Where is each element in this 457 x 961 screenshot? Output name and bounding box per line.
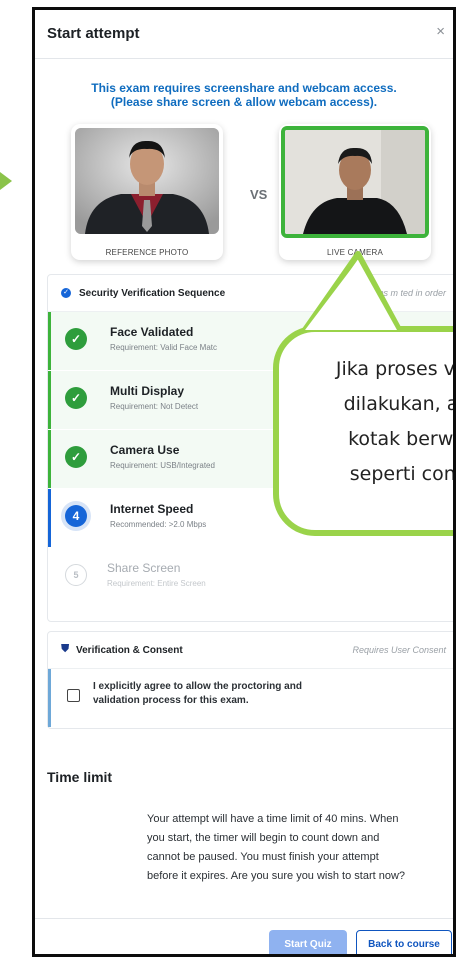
step-requirement: Requirement: Entire Screen — [107, 579, 206, 588]
time-limit-line-2: you start, the timer will begin to count… — [147, 832, 380, 844]
check-circle-icon: ✓ — [65, 328, 87, 350]
live-camera-card: LIVE CAMERA — [279, 124, 431, 260]
step-requirement: Recommended: >2.0 Mbps — [110, 520, 207, 529]
check-circle-icon: ✓ — [65, 387, 87, 409]
shield-icon: ⛊ — [61, 643, 70, 655]
annotation-callout: Jika proses vali dilakukan, ak kotak ber… — [273, 326, 456, 536]
dialog-header: Start attempt × — [35, 10, 453, 59]
consent-label-line-2: validation process for this exam. — [93, 695, 249, 706]
callout-line-4: seperti cont — [349, 463, 456, 485]
time-limit-line-1: Your attempt will have a time limit of 4… — [147, 813, 399, 825]
reference-photo — [75, 128, 219, 234]
notice-line-2: (Please share screen & allow webcam acce… — [110, 95, 378, 109]
security-panel-title: Security Verification Sequence — [79, 288, 226, 299]
start-quiz-button[interactable]: Start Quiz — [269, 930, 347, 954]
live-camera-feed — [281, 126, 429, 238]
live-camera-label: LIVE CAMERA — [327, 248, 383, 257]
callout-line-2: dilakukan, ak — [343, 393, 453, 415]
vs-label: VS — [250, 187, 268, 202]
time-limit-line-3: cannot be paused. You must finish your a… — [147, 851, 379, 863]
back-to-course-button[interactable]: Back to course — [356, 930, 452, 954]
callout-line-3: kotak berwa — [348, 428, 456, 450]
security-panel-header: ✓ Security Verification Sequence Steps m… — [48, 275, 453, 312]
step-number-badge: 4 — [65, 505, 87, 527]
check-circle-icon: ✓ — [65, 446, 87, 468]
consent-panel-header: ⛊ Verification & Consent Requires User C… — [48, 632, 453, 669]
step-share-screen: 5 Share Screen Requirement: Entire Scree… — [48, 548, 453, 606]
step-requirement: Requirement: Valid Face Matc — [110, 343, 218, 352]
step-requirement: Requirement: Not Detect — [110, 402, 199, 411]
callout-text: Jika proses vali dilakukan, ak kotak ber… — [279, 352, 456, 492]
step-name: Internet Speed — [110, 502, 194, 516]
reference-photo-card: REFERENCE PHOTO — [71, 124, 223, 260]
security-panel-subtitle: Steps m ted in order — [364, 288, 446, 298]
consent-panel-subtitle: Requires User Consent — [352, 645, 446, 655]
check-badge-icon: ✓ — [61, 288, 71, 298]
callout-line-1: Jika proses vali — [335, 358, 455, 380]
step-number-badge: 5 — [65, 564, 87, 586]
dialog-title: Start attempt — [47, 25, 140, 42]
close-icon[interactable]: × — [436, 23, 445, 40]
verification-consent-panel: ⛊ Verification & Consent Requires User C… — [47, 631, 453, 729]
footer-divider — [35, 918, 453, 919]
time-limit-description: Your attempt will have a time limit of 4… — [147, 810, 447, 886]
time-limit-heading: Time limit — [47, 769, 113, 785]
start-attempt-dialog: Start attempt × This exam requires scree… — [32, 7, 456, 957]
access-notice: This exam requires screenshare and webca… — [35, 81, 453, 109]
notice-line-1: This exam requires screenshare and webca… — [91, 81, 397, 95]
step-requirement: Requirement: USB/Integrated — [110, 461, 215, 470]
step-name: Camera Use — [110, 443, 180, 457]
pointer-arrow-head — [0, 172, 12, 190]
time-limit-line-4: before it expires. Are you sure you wish… — [147, 870, 406, 882]
consent-checkbox[interactable] — [67, 689, 80, 702]
step-name: Face Validated — [110, 325, 194, 339]
reference-photo-label: REFERENCE PHOTO — [105, 248, 189, 257]
step-name: Multi Display — [110, 384, 185, 398]
consent-label[interactable]: I explicitly agree to allow the proctori… — [93, 680, 343, 708]
consent-panel-title: Verification & Consent — [76, 645, 183, 656]
step-name: Share Screen — [107, 561, 181, 575]
consent-row: I explicitly agree to allow the proctori… — [48, 669, 453, 727]
consent-label-line-1: I explicitly agree to allow the proctori… — [93, 681, 302, 692]
